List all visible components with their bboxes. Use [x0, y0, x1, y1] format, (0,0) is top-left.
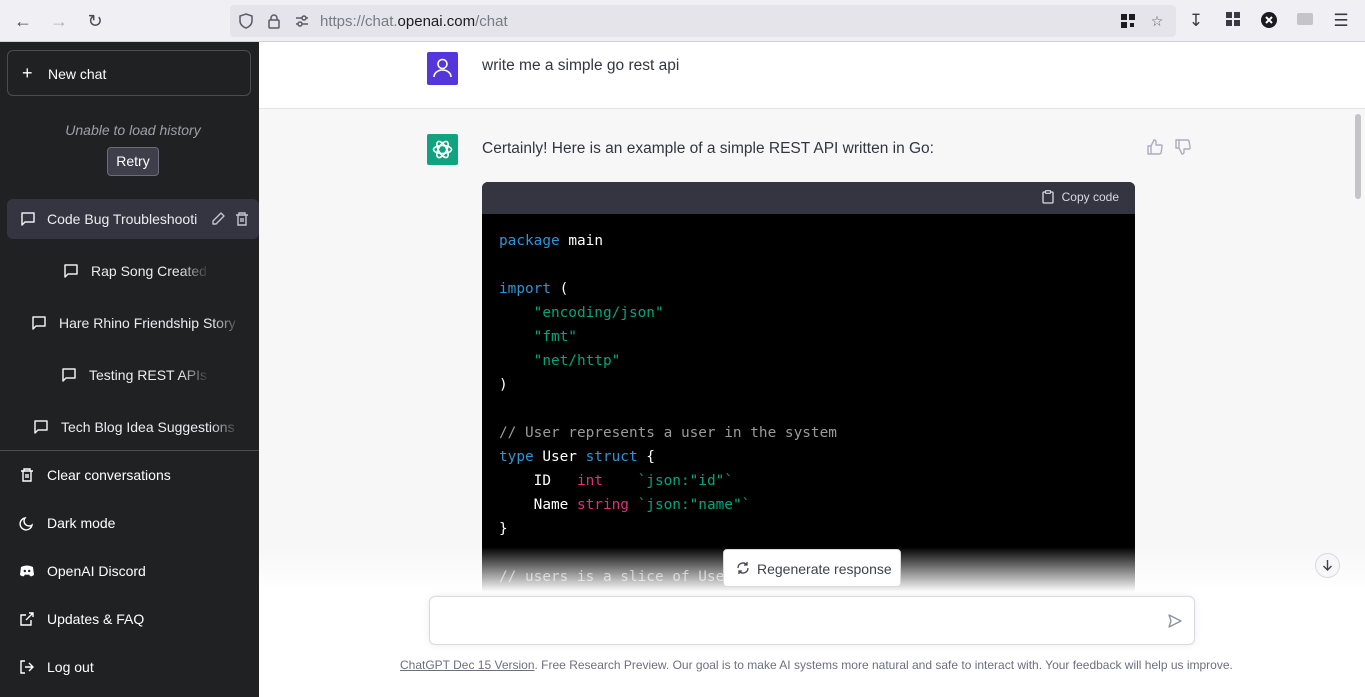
code-token: // User represents a user in the system	[499, 425, 837, 441]
conversation-item[interactable]: Testing REST APIs	[48, 355, 210, 395]
dark-mode-button[interactable]: Dark mode	[0, 501, 259, 545]
qr-code-icon[interactable]	[1120, 13, 1136, 29]
chat-main: write me a simple go rest api Certainly!…	[259, 42, 1365, 697]
chat-bubble-icon	[64, 264, 78, 278]
downloads-icon[interactable]: ↧	[1186, 11, 1206, 31]
browser-toolbar: ← → ↻ https://chat.openai.com/chat ☆ ↧ ☰	[0, 0, 1365, 42]
menu-icon[interactable]: ☰	[1331, 11, 1351, 31]
assistant-avatar	[427, 134, 458, 165]
regenerate-label: Regenerate response	[757, 561, 892, 577]
code-token: `json:"name"`	[637, 497, 751, 513]
thumbs-down-icon[interactable]	[1174, 138, 1192, 156]
user-message-row: write me a simple go rest api	[259, 42, 1365, 109]
updates-faq-link[interactable]: Updates & FAQ	[0, 597, 259, 641]
conversation-title: Hare Rhino Friendship Story	[59, 315, 236, 331]
extensions-icon[interactable]	[1223, 11, 1243, 31]
external-link-icon	[20, 612, 34, 626]
assistant-message-row: Certainly! Here is an example of a simpl…	[259, 109, 1365, 609]
arrow-down-icon	[1323, 560, 1332, 571]
new-chat-label: New chat	[48, 66, 107, 82]
menu-label: OpenAI Discord	[47, 563, 146, 579]
back-icon[interactable]: ←	[12, 10, 34, 32]
code-token: "encoding/json"	[533, 305, 664, 321]
clipboard-icon	[1041, 190, 1054, 204]
bookmark-star-icon[interactable]: ☆	[1149, 13, 1165, 29]
user-message: write me a simple go rest api	[482, 57, 680, 74]
code-token: import	[499, 281, 551, 297]
code-block: Copy code package main import ( "encodin…	[482, 182, 1135, 602]
logout-icon	[20, 660, 34, 674]
conversation-item[interactable]: Hare Rhino Friendship Story	[18, 303, 242, 343]
code-token: "net/http"	[533, 353, 621, 369]
thumbs-up-icon[interactable]	[1146, 138, 1164, 156]
message-input[interactable]	[442, 609, 1142, 633]
code-token: struct	[585, 449, 638, 465]
retry-button[interactable]: Retry	[107, 147, 159, 176]
moon-icon	[19, 516, 34, 531]
code-token: main	[568, 233, 603, 249]
forward-icon[interactable]: →	[48, 10, 70, 32]
conversation-item[interactable]: Tech Blog Idea Suggestions	[20, 407, 240, 447]
permissions-icon[interactable]	[294, 13, 310, 29]
user-avatar	[427, 52, 458, 85]
address-bar[interactable]: https://chat.openai.com/chat ☆	[230, 5, 1176, 37]
code-content: package main import ( "encoding/json" "f…	[499, 229, 837, 589]
sidebar: + New chat Unable to load history Retry …	[0, 42, 259, 697]
blocker-icon[interactable]	[1259, 11, 1279, 31]
chat-bubble-icon	[34, 420, 48, 434]
chat-bubble-icon	[21, 212, 35, 226]
message-composer[interactable]	[429, 596, 1195, 645]
user-icon	[433, 58, 452, 78]
conversation-title: Code Bug Troubleshooti	[47, 211, 198, 227]
code-token: type	[499, 449, 534, 465]
sidebar-divider	[0, 450, 259, 451]
chat-bubble-icon	[32, 316, 46, 330]
history-error-text: Unable to load history	[65, 122, 201, 138]
assistant-intro: Certainly! Here is an example of a simpl…	[482, 140, 934, 157]
menu-label: Updates & FAQ	[47, 611, 145, 627]
openai-discord-link[interactable]: OpenAI Discord	[0, 549, 259, 593]
openai-logo-icon	[432, 140, 453, 159]
code-token: package	[499, 233, 560, 249]
code-token: `json:"id"`	[637, 473, 733, 489]
plus-icon: +	[22, 63, 33, 83]
conversation-item[interactable]: Code Bug Troubleshooti	[7, 199, 259, 239]
url-text[interactable]: https://chat.openai.com/chat	[320, 13, 508, 30]
edit-icon[interactable]	[210, 211, 226, 227]
trash-icon	[21, 468, 33, 482]
clear-conversations-button[interactable]: Clear conversations	[0, 453, 259, 497]
discord-icon	[20, 565, 34, 577]
conversation-title: Tech Blog Idea Suggestions	[61, 419, 235, 435]
menu-label: Log out	[47, 659, 94, 675]
send-icon[interactable]	[1168, 614, 1182, 628]
code-token: "fmt"	[533, 329, 577, 345]
regenerate-response-button[interactable]: Regenerate response	[723, 549, 901, 587]
copy-code-button[interactable]: Copy code	[1041, 190, 1119, 204]
scrollbar-thumb[interactable]	[1355, 114, 1361, 199]
reload-icon[interactable]: ↻	[84, 10, 106, 32]
chat-bubble-icon	[62, 368, 76, 382]
conversation-item[interactable]: Rap Song Created	[50, 251, 210, 291]
version-link[interactable]: ChatGPT Dec 15 Version	[400, 658, 535, 672]
delete-icon[interactable]	[234, 211, 250, 227]
lock-icon[interactable]	[266, 13, 282, 29]
footer-disclaimer: ChatGPT Dec 15 Version. Free Research Pr…	[400, 658, 1233, 672]
menu-label: Clear conversations	[47, 467, 171, 483]
code-token: int	[576, 473, 603, 489]
shield-icon[interactable]	[238, 13, 254, 29]
code-token: string	[576, 497, 629, 513]
copy-code-label: Copy code	[1061, 190, 1119, 204]
log-out-button[interactable]: Log out	[0, 645, 259, 689]
extension-badge-icon[interactable]	[1295, 11, 1315, 31]
code-block-header: Copy code	[482, 182, 1135, 214]
scroll-to-bottom-button[interactable]	[1315, 553, 1340, 578]
new-chat-button[interactable]: + New chat	[7, 50, 251, 96]
menu-label: Dark mode	[47, 515, 116, 531]
refresh-icon	[737, 562, 749, 574]
footer-text: . Free Research Preview. Our goal is to …	[534, 658, 1233, 672]
